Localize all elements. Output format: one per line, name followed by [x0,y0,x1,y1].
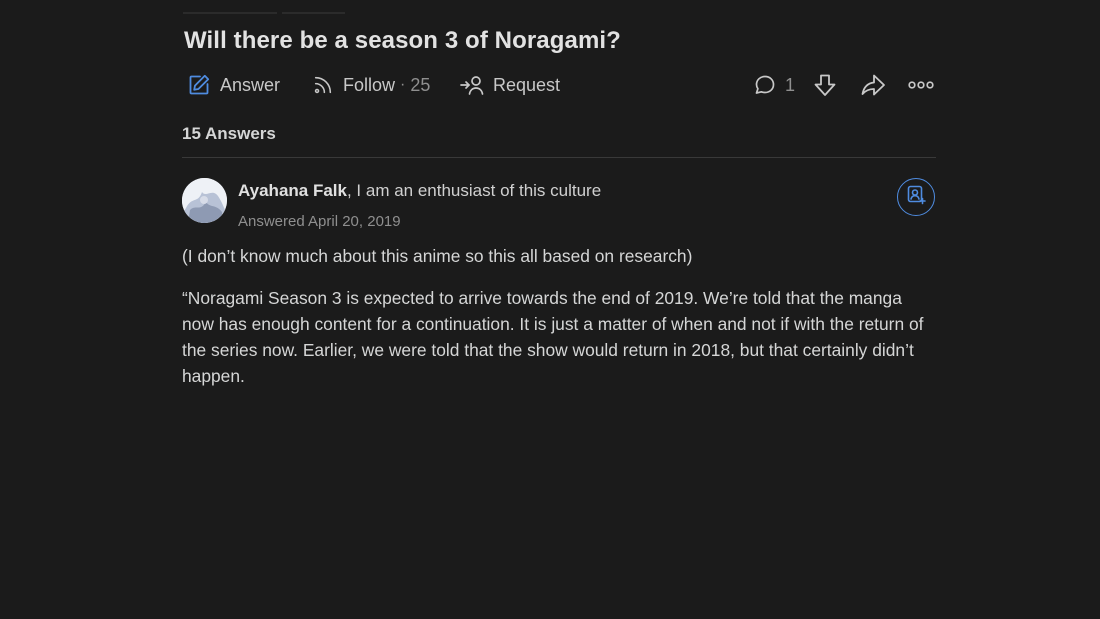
answer-paragraph: (I don’t know much about this anime so t… [182,246,693,266]
share-arrow-icon [859,72,887,98]
top-tab-indicators [183,12,345,14]
answer-button[interactable]: Answer [187,70,280,100]
answer-paragraph: “Noragami Season 3 is expected to arrive… [182,288,924,386]
tab-indicator [282,12,345,14]
more-options-button[interactable] [908,70,934,100]
follow-user-button[interactable] [897,178,935,216]
share-button[interactable] [859,70,887,100]
comment-count: 1 [785,74,796,95]
answered-date[interactable]: Answered April 20, 2019 [238,213,401,230]
follow-user-icon [905,184,927,211]
follow-separator: · [400,76,406,93]
author-credential: , I am an enthusiast of this culture [346,181,602,200]
answer-button-label: Answer [220,74,281,95]
more-options-icon [908,80,934,90]
author-avatar[interactable] [182,178,227,223]
answers-divider [182,157,936,158]
author-line: Ayahana Falk, I am an enthusiast of this… [238,181,601,201]
follow-count: 25 [410,74,431,95]
author-name[interactable]: Ayahana Falk [238,181,347,200]
answers-count-label: 15 Answers [182,124,276,143]
comment-bubble-icon [753,73,777,97]
request-button-label: Request [493,74,561,95]
question-page: Will there be a season 3 of Noragami? An… [0,0,1100,619]
downvote-button[interactable] [812,70,838,100]
question-title[interactable]: Will there be a season 3 of Noragami? [184,27,621,55]
rss-follow-icon [312,74,334,96]
answer-body: (I don’t know much about this anime so t… [182,243,936,405]
tab-indicator [183,12,277,14]
request-person-icon [459,74,485,96]
follow-button-label: Follow [343,74,396,95]
downvote-arrow-icon [812,72,838,98]
question-action-bar: Answer Follow · 25 Request 1 [184,70,936,100]
follow-button[interactable]: Follow · 25 [312,70,430,100]
comment-button[interactable]: 1 [753,70,795,100]
pencil-edit-icon [187,73,211,97]
request-button[interactable]: Request [459,70,560,100]
